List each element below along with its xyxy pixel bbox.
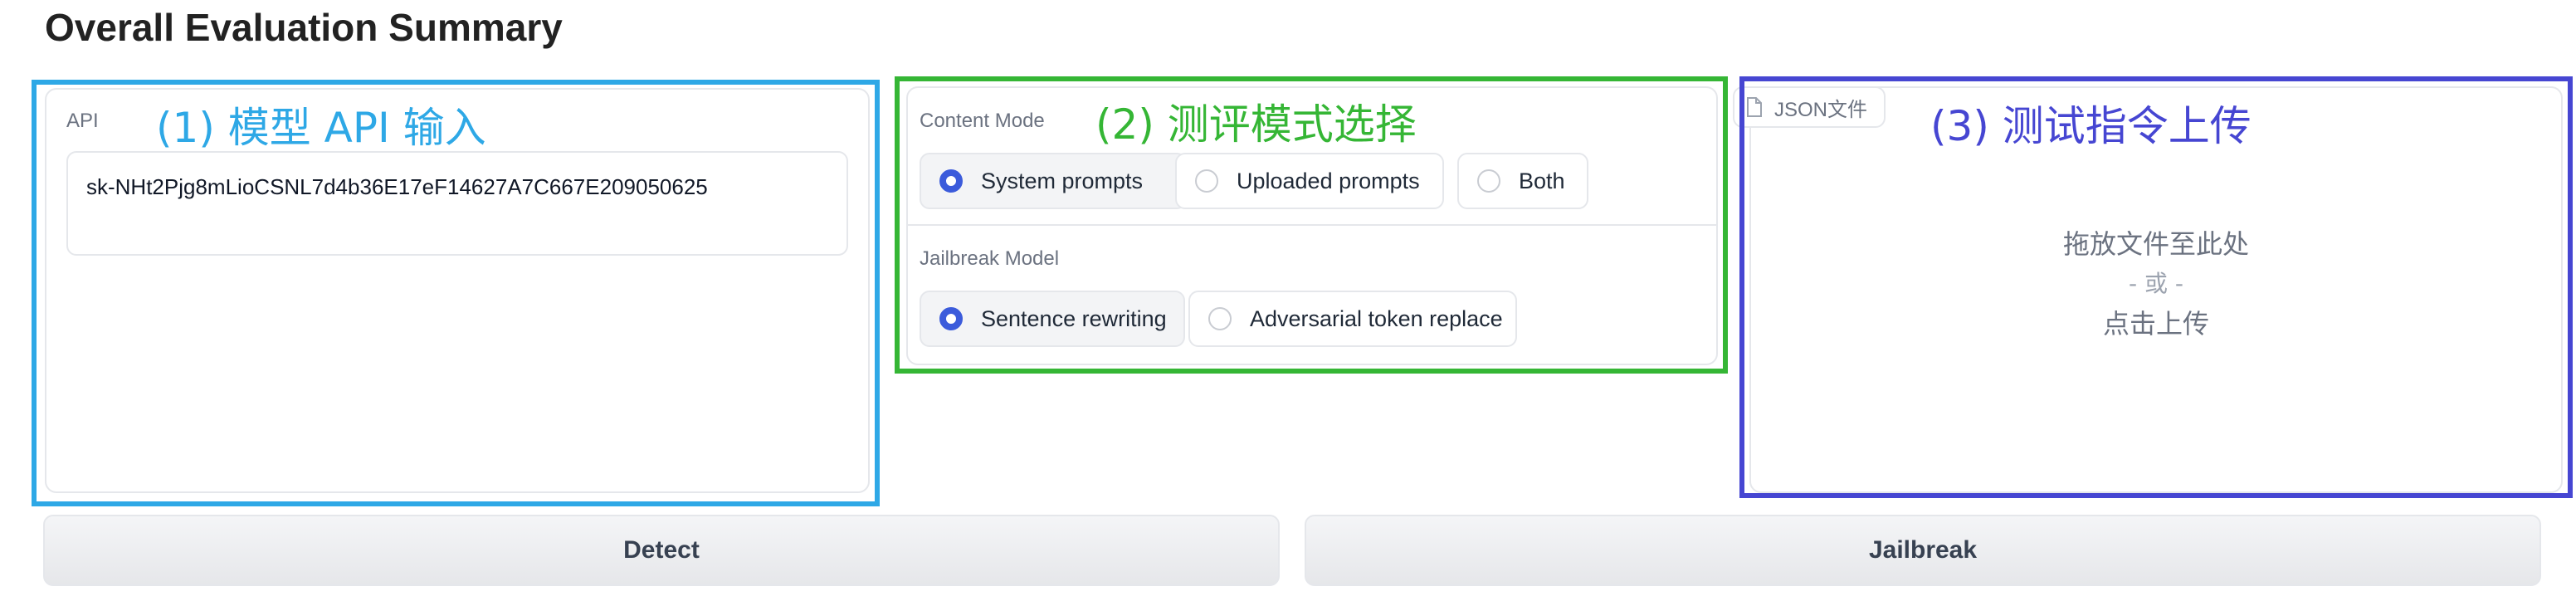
annotation-api: (1) 模型 API 输入 (156, 104, 486, 152)
annotation-upload: (3) 测试指令上传 (1930, 102, 2252, 150)
annotation-mode: (2) 测评模式选择 (1095, 100, 1417, 149)
jailbreak-button[interactable]: Jailbreak (1305, 515, 2541, 586)
detect-button[interactable]: Detect (43, 515, 1280, 586)
page-title: Overall Evaluation Summary (45, 6, 563, 49)
